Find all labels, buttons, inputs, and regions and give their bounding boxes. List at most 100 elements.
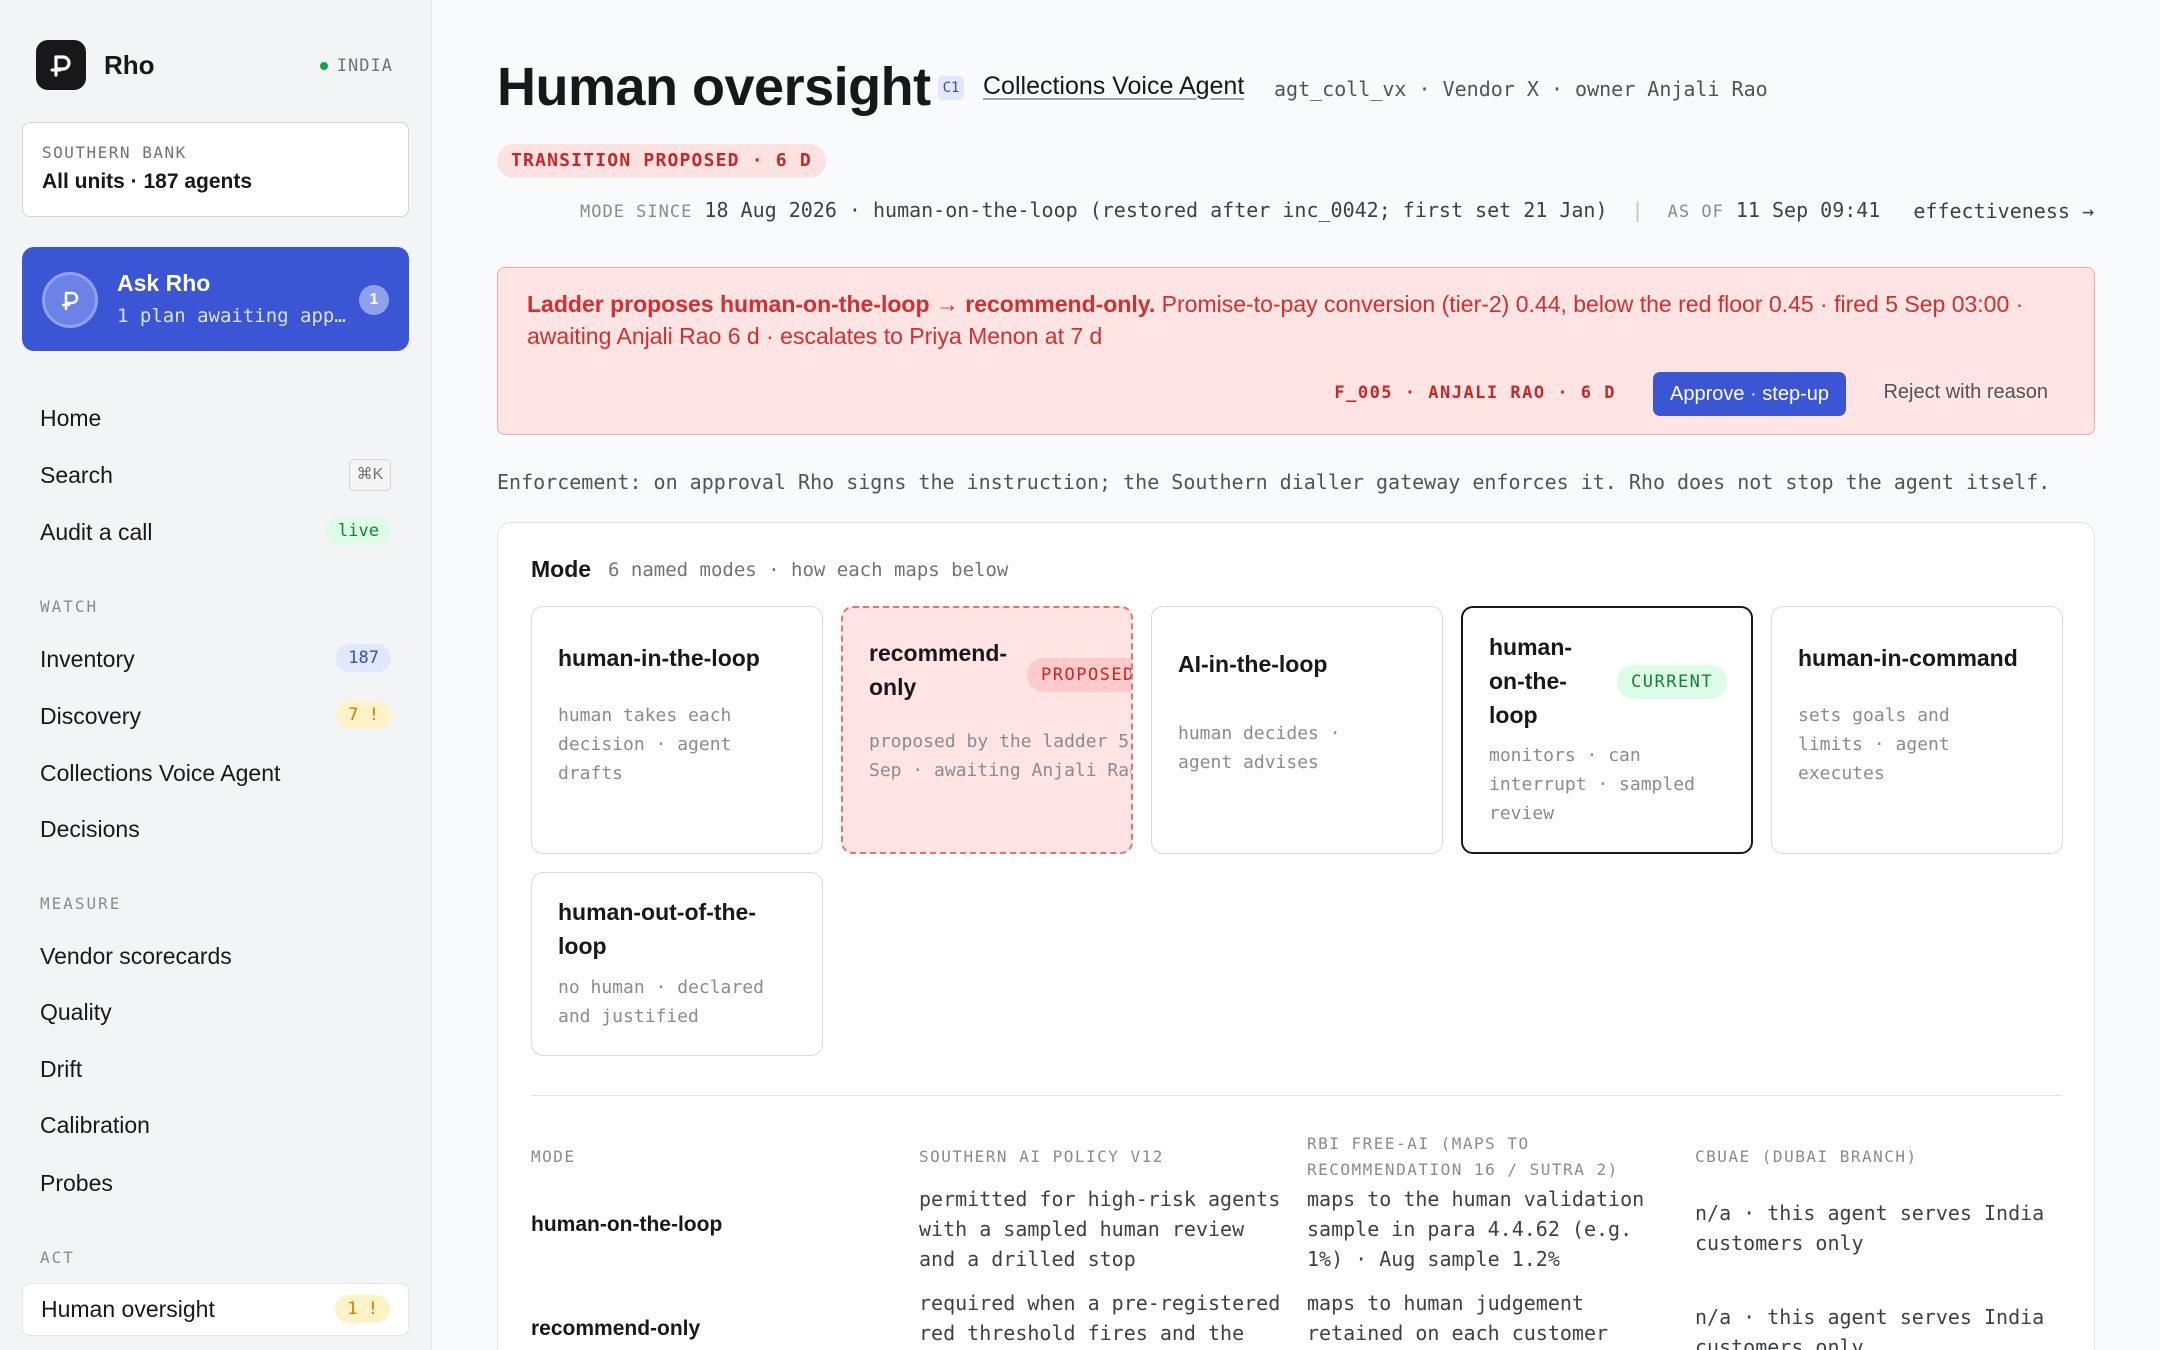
nav-item-discovery[interactable]: Discovery 7 ! (22, 691, 409, 741)
nav-section-act: ACT (40, 1248, 75, 1267)
alert-text: Ladder proposes human-on-the-loop → reco… (527, 288, 2057, 352)
agent-meta: agt_coll_vx · Vendor X · owner Anjali Ra… (1274, 77, 1768, 101)
mode-card-name: human-out-of-the-loop (558, 899, 756, 959)
ask-rho-avatar-icon (42, 272, 98, 328)
search-shortcut-hint: ⌘K (349, 459, 391, 491)
mode-card-recommend-only[interactable]: recommend-only proposed by the ladder 5 … (841, 606, 1133, 854)
mode-card-desc: human decides · agent advises (1178, 723, 1341, 773)
org-selector[interactable]: SOUTHERN BANK All units · 187 agents (22, 122, 409, 217)
status-badge: TRANSITION PROPOSED · 6 D (497, 144, 826, 178)
proposed-badge: PROPOSED (1027, 658, 1131, 692)
as-of-label: AS OF (1667, 202, 1724, 222)
nav-item-label: Discovery (40, 702, 141, 729)
org-value: All units · 187 agents (42, 170, 253, 193)
nav-item-label: Quality (40, 998, 112, 1025)
row-mode-label: human-on-the-loop (531, 1213, 723, 1236)
nav-item-decisions[interactable]: Decisions (22, 804, 409, 854)
brand[interactable]: Rho (36, 40, 155, 90)
page-title: Human oversight (497, 57, 931, 117)
nav-item-quality[interactable]: Quality (22, 987, 409, 1037)
criticality-badge: C1 (938, 76, 964, 100)
alert-headline: Ladder proposes human-on-the-loop → reco… (527, 291, 1156, 317)
mode-card-human-out-of-the-loop[interactable]: human-out-of-the-loop no human · declare… (531, 872, 823, 1056)
mode-heading: Mode (531, 556, 592, 582)
row-cbuae-cell: n/a · this agent serves India customers … (1695, 1201, 2045, 1255)
mode-card-desc: sets goals and limits · agent executes (1798, 705, 1950, 784)
ask-rho-subtitle: 1 plan awaiting approval (117, 305, 347, 327)
nav-item-label: Home (40, 404, 102, 431)
divider (531, 1095, 2062, 1096)
ask-rho-button[interactable]: Ask Rho 1 plan awaiting approval 1 (22, 247, 409, 351)
mode-card-name: recommend-only (869, 640, 1008, 700)
rho-logo-icon (36, 40, 86, 90)
nav-item-collections-voice-agent[interactable]: Collections Voice Agent (22, 748, 409, 798)
ask-rho-title: Ask Rho (117, 270, 211, 296)
mode-card-desc: proposed by the ladder 5 Sep · awaiting … (869, 731, 1133, 781)
nav-item-label: Calibration (40, 1111, 150, 1138)
mode-panel: Mode 6 named modes · how each maps below… (497, 522, 2095, 1350)
nav-item-label: Human oversight (41, 1296, 215, 1322)
region-label: INDIA (336, 56, 393, 76)
col-header-policy: SOUTHERN AI POLICY V12 (919, 1147, 1164, 1166)
mode-card-desc: monitors · can interrupt · sampled revie… (1489, 745, 1695, 824)
mode-card-desc: no human · declared and justified (558, 977, 764, 1027)
nav-item-drift[interactable]: Drift (22, 1044, 409, 1094)
mode-card-name: human-in-the-loop (558, 645, 760, 671)
approve-step-up-button[interactable]: Approve · step-up (1653, 372, 1846, 416)
mode-since-label: MODE SINCE (580, 202, 693, 222)
ask-rho-count-badge: 1 (359, 285, 389, 315)
nav-item-label: Audit a call (40, 518, 153, 545)
agent-link[interactable]: Collections Voice Agent (983, 72, 1244, 101)
mode-card-human-in-command[interactable]: human-in-command sets goals and limits ·… (1771, 606, 2063, 854)
mode-subheading: 6 named modes · how each maps below (608, 559, 1009, 581)
col-header-mode: MODE (531, 1147, 576, 1166)
org-label: SOUTHERN BANK (42, 143, 187, 162)
region-selector[interactable]: INDIA (319, 56, 393, 76)
row-policy-cell: permitted for high-risk agents with a sa… (919, 1187, 1281, 1271)
region-status-dot-icon (319, 62, 328, 70)
row-cbuae-cell: n/a · this agent serves India customers … (1695, 1305, 2045, 1350)
alert-meta: F_005 · ANJALI RAO · 6 D (1334, 383, 1616, 403)
mode-since-line: MODE SINCE 18 Aug 2026 · human-on-the-lo… (580, 198, 1880, 222)
mode-card-desc: human takes each decision · agent drafts (558, 705, 732, 784)
inventory-count-badge: 187 (336, 644, 391, 672)
nav-item-calibration[interactable]: Calibration (22, 1100, 409, 1150)
mode-card-name: AI-in-the-loop (1178, 651, 1328, 677)
mode-card-name: human-in-command (1798, 645, 2018, 671)
effectiveness-link[interactable]: effectiveness → (1913, 199, 2094, 223)
mode-card-name: human-on-the-loop (1489, 634, 1573, 728)
enforcement-note: Enforcement: on approval Rho signs the i… (497, 470, 2051, 494)
mode-card-human-in-the-loop[interactable]: human-in-the-loop human takes each decis… (531, 606, 823, 854)
nav-item-audit-call[interactable]: Audit a call live (22, 507, 409, 557)
nav-item-label: Vendor scorecards (40, 942, 232, 969)
nav-item-label: Inventory (40, 645, 135, 672)
mode-card-human-on-the-loop[interactable]: human-on-the-loop monitors · can interru… (1461, 606, 1753, 854)
reject-with-reason-button[interactable]: Reject with reason (1883, 381, 2048, 404)
nav-section-measure: MEASURE (40, 894, 122, 913)
brand-name: Rho (104, 49, 155, 80)
row-rbi-cell: maps to human judgement retained on each… (1307, 1291, 1609, 1345)
nav-item-human-oversight[interactable]: Human oversight 1 ! (22, 1283, 409, 1336)
nav-item-inventory[interactable]: Inventory 187 (22, 634, 409, 684)
nav-item-vendor-scorecards[interactable]: Vendor scorecards (22, 931, 409, 981)
nav-item-label: Collections Voice Agent (40, 759, 281, 786)
nav-item-label: Decisions (40, 815, 140, 842)
nav-section-watch: WATCH (40, 597, 99, 616)
col-header-cbuae: CBUAE (DUBAI BRANCH) (1695, 1147, 1918, 1166)
nav-item-label: Drift (40, 1055, 83, 1082)
as-of-value: 11 Sep 09:41 (1735, 198, 1881, 222)
nav-item-home[interactable]: Home (22, 393, 409, 443)
oversight-alert-badge: 1 ! (335, 1295, 390, 1323)
main-content: Human oversight C1 Collections Voice Age… (432, 0, 2160, 1350)
mode-since-value: 18 Aug 2026 · human-on-the-loop (restore… (704, 198, 1608, 222)
nav-item-search[interactable]: Search ⌘K (22, 450, 409, 500)
nav-item-label: Probes (40, 1169, 113, 1196)
transition-alert: Ladder proposes human-on-the-loop → reco… (497, 267, 2095, 435)
row-rbi-cell: maps to the human validation sample in p… (1307, 1187, 1645, 1271)
nav-item-probes[interactable]: Probes (22, 1158, 409, 1208)
col-header-rbi: RBI FREE-AI (MAPS TO RECOMMENDATION 16 /… (1307, 1134, 1619, 1179)
mode-card-ai-in-the-loop[interactable]: AI-in-the-loop human decides · agent adv… (1151, 606, 1443, 854)
nav-item-label: Search (40, 461, 113, 488)
discovery-alert-badge: 7 ! (336, 701, 391, 729)
separator: | (1631, 198, 1644, 222)
